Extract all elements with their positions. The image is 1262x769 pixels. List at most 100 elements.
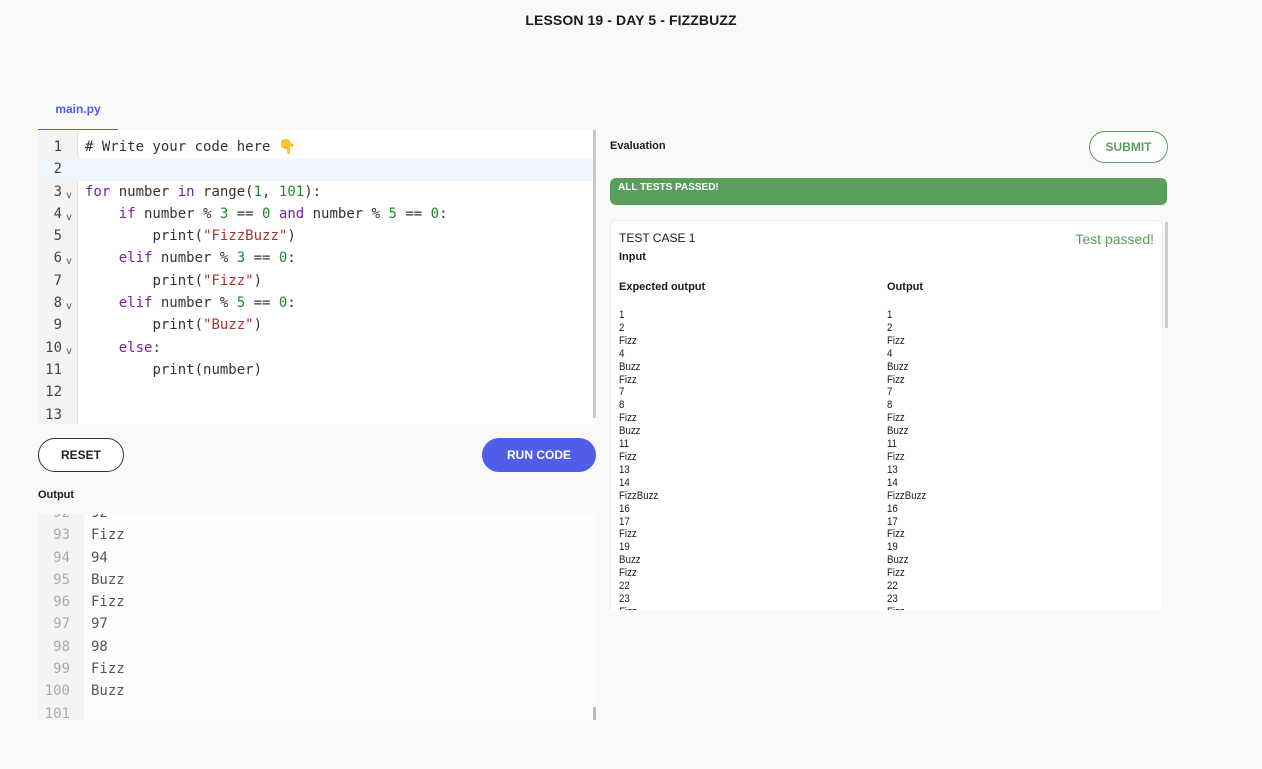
- code-token: number %: [304, 205, 389, 222]
- output-text: 98: [91, 638, 108, 655]
- line-number: 1: [53, 139, 62, 155]
- code-token: ==: [245, 250, 279, 267]
- output-value: Fizz: [619, 334, 637, 347]
- string-literal: "Buzz": [203, 317, 254, 334]
- code-line[interactable]: 9 print("Buzz"): [38, 314, 593, 336]
- output-line: 96 Fizz: [38, 591, 593, 613]
- line-number: 98: [53, 638, 70, 655]
- code-token: ): [287, 228, 296, 245]
- output-line: 99 Fizz: [38, 658, 593, 680]
- line-number: 92: [38, 514, 70, 524]
- code-token: number %: [135, 205, 220, 222]
- output-value: 16: [619, 502, 630, 515]
- code-line[interactable]: 3 v for number in range(1, 101):: [38, 181, 593, 203]
- code-token: ==: [396, 205, 431, 222]
- code-line[interactable]: 4v if number % 3 == 0 and number % 5 == …: [38, 203, 593, 225]
- code-line-active[interactable]: 2: [38, 158, 593, 181]
- output-label: Output: [38, 489, 75, 501]
- output-line: 101: [38, 703, 593, 720]
- expected-output-list: 1 2 Fizz 4 Buzz Fizz 7 8 Fizz Buzz 11 Fizz 13 14 FizzB…: [619, 309, 658, 610]
- output-value: 1: [887, 309, 893, 321]
- line-number: 6: [53, 250, 62, 267]
- number-literal: 5: [388, 205, 397, 222]
- line-number: 3: [53, 183, 62, 200]
- line-number: 8: [53, 295, 62, 312]
- code-token: ,: [262, 183, 279, 200]
- code-text: print(number): [85, 359, 262, 381]
- output-value: 22: [619, 580, 630, 593]
- output-scrollbar[interactable]: [593, 707, 596, 720]
- code-text: else:: [85, 337, 161, 359]
- output-line: 100 Buzz: [38, 680, 593, 702]
- output-text: Buzz: [91, 571, 125, 588]
- output-value: Fizz: [619, 567, 637, 580]
- output-value: Buzz: [619, 425, 641, 438]
- run-code-button[interactable]: RUN CODE: [482, 438, 596, 472]
- number-literal: 101: [278, 183, 305, 200]
- code-line[interactable]: 5 print("FizzBuzz"): [38, 225, 593, 247]
- number-literal: 0: [430, 205, 440, 222]
- output-value: 7: [619, 386, 625, 399]
- output-value: 8: [619, 399, 625, 412]
- line-number: 99: [53, 661, 70, 678]
- line-number: 96: [53, 594, 70, 611]
- output-value: Buzz: [619, 554, 641, 567]
- output-value: 11: [887, 438, 898, 451]
- output-text: Fizz: [91, 527, 125, 544]
- code-line[interactable]: 10 v else:: [38, 337, 593, 359]
- number-literal: 5: [236, 295, 246, 312]
- output-value: Fizz: [619, 373, 637, 386]
- code-editor[interactable]: 1 # Write your code here 👇 2 3 v for number…: [38, 130, 596, 424]
- line-number: 4: [53, 205, 62, 222]
- code-line[interactable]: 6v elif number % 3 == 0:: [38, 247, 593, 269]
- output-console[interactable]: 9292 93Fizz 9494 95Buzz 96Fizz 9797 9898…: [38, 514, 596, 720]
- line-number: 13: [45, 406, 62, 423]
- keyword: and: [278, 205, 305, 222]
- code-line[interactable]: 7 print("Fizz"): [38, 270, 593, 292]
- code-line[interactable]: 13: [38, 404, 593, 424]
- expected-output-label: Expected output: [619, 281, 706, 293]
- output-value: Fizz: [887, 606, 926, 610]
- code-token: range(: [194, 183, 254, 200]
- output-value: 13: [887, 463, 898, 476]
- code-text: # Write your code here 👇: [85, 139, 297, 155]
- output-value: Buzz: [887, 360, 909, 373]
- output-value: Fizz: [619, 412, 637, 425]
- code-line[interactable]: 8v elif number % 5 == 0:: [38, 292, 593, 314]
- output-value: 23: [619, 592, 630, 605]
- keyword: in: [177, 183, 195, 200]
- code-line[interactable]: 1 # Write your code here 👇: [38, 136, 593, 158]
- keyword: elif: [118, 250, 153, 267]
- code-token: ==: [228, 205, 263, 222]
- code-token: number: [110, 183, 178, 200]
- string-literal: "Fizz": [203, 272, 254, 289]
- line-number: 93: [53, 527, 70, 544]
- keyword: if: [118, 205, 136, 222]
- code-text: elif number % 3 == 0:: [85, 247, 296, 269]
- output-value: Fizz: [887, 450, 905, 463]
- code-line[interactable]: 11 print(number): [38, 359, 593, 381]
- code-token: print(: [152, 317, 204, 334]
- line-number: 94: [53, 549, 70, 566]
- code-token: number %: [152, 295, 237, 312]
- tab-main-py[interactable]: main.py: [38, 96, 118, 131]
- reset-button[interactable]: RESET: [38, 438, 124, 472]
- output-value: 22: [887, 580, 898, 593]
- line-number: 5: [53, 228, 62, 245]
- line-number: 2: [53, 161, 62, 178]
- test-card-scrollbar[interactable]: [1165, 222, 1168, 328]
- output-value: Fizz: [619, 450, 637, 463]
- output-value: Fizz: [887, 528, 905, 541]
- output-value: Fizz: [887, 373, 905, 386]
- submit-button[interactable]: SUBMIT: [1089, 131, 1168, 163]
- number-literal: 1: [253, 183, 263, 200]
- code-line[interactable]: 12: [38, 381, 593, 403]
- output-value: Fizz: [619, 606, 658, 610]
- editor-scrollbar[interactable]: [593, 130, 596, 418]
- output-line: 97 97: [38, 613, 593, 635]
- output-value: 19: [887, 541, 898, 554]
- test-case-title: TEST CASE 1: [619, 231, 696, 245]
- output-line: 95 Buzz: [38, 569, 593, 591]
- page-title: LESSON 19 - DAY 5 - FIZZBUZZ: [525, 12, 737, 28]
- output-value: FizzBuzz: [887, 489, 927, 502]
